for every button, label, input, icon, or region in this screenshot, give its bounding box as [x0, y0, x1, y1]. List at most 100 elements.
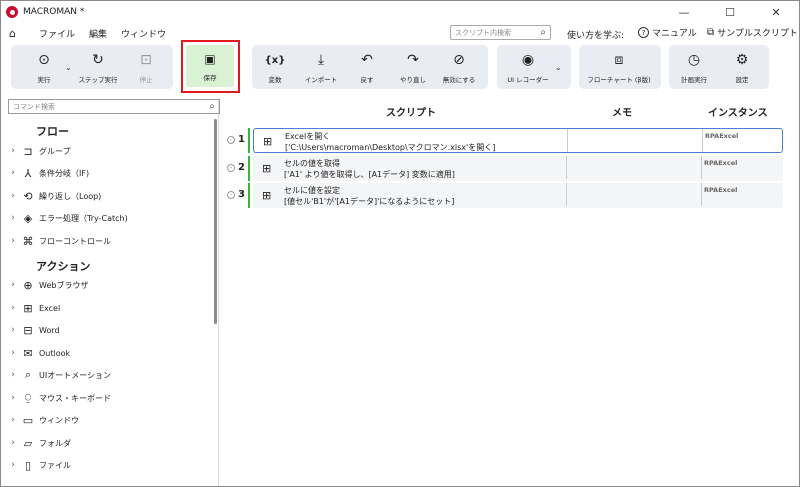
step-run-icon: ↻	[92, 52, 104, 68]
tree-item-mouse-keyboard[interactable]: › ⍜ マウス・キーボード	[6, 389, 211, 407]
undo-label: 戻す	[360, 76, 374, 84]
tree-item-web-browser[interactable]: › ⊕ Webブラウザ	[6, 276, 211, 294]
cursor-search-icon: ⌕	[24, 368, 32, 381]
column-divider	[567, 129, 568, 152]
command-icon: ⌘	[22, 234, 34, 248]
chevron-right-icon: ›	[11, 393, 15, 403]
row-number: 1	[238, 134, 245, 145]
chevron-right-icon: ›	[11, 213, 15, 223]
gear-icon: ⚙	[735, 52, 749, 68]
close-button[interactable]: ✕	[753, 1, 799, 23]
command-detail: [値セル'B1'が'[A1データ]'になるようにセット]	[284, 197, 455, 206]
collapse-icon[interactable]: -	[227, 164, 235, 172]
step-run-label: ステップ実行	[78, 76, 118, 84]
excel-icon: ⊞	[23, 301, 33, 315]
menu-file[interactable]: ファイル	[39, 27, 75, 40]
chevron-right-icon: ›	[11, 438, 15, 448]
variable-button[interactable]: {x} 変数	[256, 45, 294, 89]
flowchart-button[interactable]: ⧈ フローチャート (β版)	[587, 45, 650, 89]
script-search-placeholder: スクリプト内検索	[455, 28, 511, 37]
run-label: 実行	[37, 76, 51, 84]
left-scrollbar[interactable]	[214, 119, 217, 324]
undo-button[interactable]: ↶ 戻す	[348, 45, 386, 89]
save-label: 保存	[203, 74, 217, 82]
script-row[interactable]: - 3 ⊞ セルに値を設定 [値セル'B1'が'[A1データ]'になるようにセッ…	[225, 183, 783, 208]
run-dropdown-chevron-icon[interactable]: ⌄	[65, 63, 72, 72]
loop-icon: ⟲	[23, 189, 33, 203]
stop-button[interactable]: ⊡ 停止	[127, 45, 165, 89]
chevron-right-icon: ›	[11, 370, 15, 380]
tree-item-outlook[interactable]: › ✉ Outlook	[6, 344, 211, 362]
settings-button[interactable]: ⚙ 設定	[723, 45, 761, 89]
group-icon: ⊐	[23, 144, 33, 158]
sample-script-link[interactable]: ⧉ サンプルスクリプト	[707, 26, 798, 39]
tree-item-flow-control[interactable]: › ⌘ フローコントロール	[6, 232, 211, 250]
manual-link[interactable]: ? マニュアル	[638, 26, 697, 39]
menu-edit[interactable]: 編集	[89, 27, 107, 40]
tree-item-try-catch[interactable]: › ◈ エラー処理（Try-Catch)	[6, 209, 211, 227]
row-number: 3	[238, 189, 245, 200]
app-logo-icon	[6, 6, 18, 18]
stop-icon: ⊡	[140, 52, 152, 68]
collapse-icon[interactable]: -	[227, 136, 235, 144]
ui-recorder-button[interactable]: ◉ UI レコーダー	[507, 45, 548, 89]
minimize-button[interactable]: —	[661, 1, 707, 23]
disable-button[interactable]: ⊘ 無効にする	[440, 45, 478, 89]
excel-icon: ⊞	[262, 189, 272, 202]
column-divider	[702, 129, 703, 152]
import-button[interactable]: ⤓ インポート	[302, 45, 340, 89]
tree-item-folder[interactable]: › ▱ フォルダ	[6, 434, 211, 452]
collapse-icon[interactable]: -	[227, 191, 235, 199]
tree-item-label: 繰り返し（Loop)	[39, 191, 102, 201]
question-icon: ?	[638, 27, 649, 38]
column-divider	[566, 183, 567, 206]
maximize-button[interactable]: ☐	[707, 1, 753, 23]
tree-item-excel[interactable]: › ⊞ Excel	[6, 299, 211, 317]
script-card[interactable]: ⊞ セルに値を設定 [値セル'B1'が'[A1データ]'になるようにセット] R…	[253, 183, 783, 208]
chevron-right-icon: ›	[11, 303, 15, 313]
command-search-input[interactable]: コマンド検索 ⌕	[8, 99, 220, 114]
tree-item-label: ファイル	[39, 460, 71, 470]
undo-icon: ↶	[361, 52, 373, 68]
tree-item-label: Word	[39, 325, 60, 335]
schedule-button[interactable]: ◷ 計画実行	[675, 45, 713, 89]
excel-icon: ⊞	[263, 135, 273, 148]
import-icon: ⤓	[317, 52, 325, 68]
branch-icon: ⅄	[24, 166, 32, 180]
tree-item-ui-automation[interactable]: › ⌕ UIオートメーション	[6, 366, 211, 384]
save-button[interactable]: ▣ 保存	[186, 45, 234, 87]
chevron-right-icon: ›	[11, 460, 15, 470]
redo-button[interactable]: ↷ やり直し	[394, 45, 432, 89]
word-icon: ⊟	[23, 323, 33, 337]
flowchart-label: フローチャート (β版)	[587, 76, 651, 84]
menu-window[interactable]: ウィンドウ	[121, 27, 166, 40]
tree-item-group[interactable]: › ⊐ グループ	[6, 142, 211, 160]
script-card[interactable]: ⊞ Excelを開く ['C:\Users\macroman\Desktop\マ…	[253, 128, 783, 153]
search-icon[interactable]: ⌕	[540, 27, 546, 38]
settings-label: 設定	[735, 76, 749, 84]
script-search-input[interactable]: スクリプト内検索 ⌕	[450, 25, 551, 40]
tree-item-window[interactable]: › ▭ ウィンドウ	[6, 411, 211, 429]
tree-item-word[interactable]: › ⊟ Word	[6, 321, 211, 339]
tree-item-label: 条件分岐（IF)	[39, 168, 90, 178]
home-icon[interactable]: ⌂	[9, 27, 25, 40]
recorder-dropdown-chevron-icon[interactable]: ⌄	[555, 63, 562, 72]
step-run-button[interactable]: ↻ ステップ実行	[78, 45, 118, 89]
command-detail: ['C:\Users\macroman\Desktop\マクロマン.xlsx'を…	[285, 143, 496, 152]
search-icon[interactable]: ⌕	[209, 101, 215, 112]
flowchart-icon: ⧈	[614, 52, 624, 68]
script-area: スクリプト メモ インスタンス - 1 ⊞ Excelを開く ['C:\User…	[221, 98, 799, 486]
row-status-bar	[248, 156, 250, 181]
window-icon: ▭	[22, 413, 34, 427]
tree-item-file[interactable]: › ▯ ファイル	[6, 456, 211, 474]
script-row[interactable]: - 2 ⊞ セルの値を取得 ['A1' より値を取得し、[A1データ] 変数に適…	[225, 156, 783, 181]
tree-item-label: マウス・キーボード	[39, 393, 111, 403]
chevron-right-icon: ›	[11, 146, 15, 156]
manual-label: マニュアル	[652, 29, 697, 39]
run-button[interactable]: ⊙ 実行	[25, 45, 63, 89]
excel-icon: ⊞	[262, 162, 272, 175]
script-card[interactable]: ⊞ セルの値を取得 ['A1' より値を取得し、[A1データ] 変数に適用] R…	[253, 156, 783, 181]
tree-item-loop[interactable]: › ⟲ 繰り返し（Loop)	[6, 187, 211, 205]
script-row[interactable]: - 1 ⊞ Excelを開く ['C:\Users\macroman\Deskt…	[225, 128, 783, 153]
tree-item-if[interactable]: › ⅄ 条件分岐（IF)	[6, 164, 211, 182]
